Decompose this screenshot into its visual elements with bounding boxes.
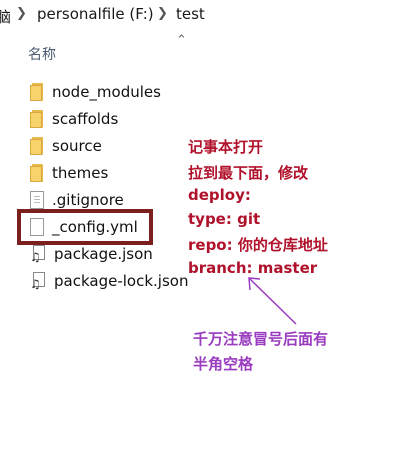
space-warning-note: 千万注意冒号后面有 — [193, 330, 329, 348]
annotation-arrow — [248, 277, 297, 325]
space-warning-note: 半角空格 — [193, 355, 254, 373]
